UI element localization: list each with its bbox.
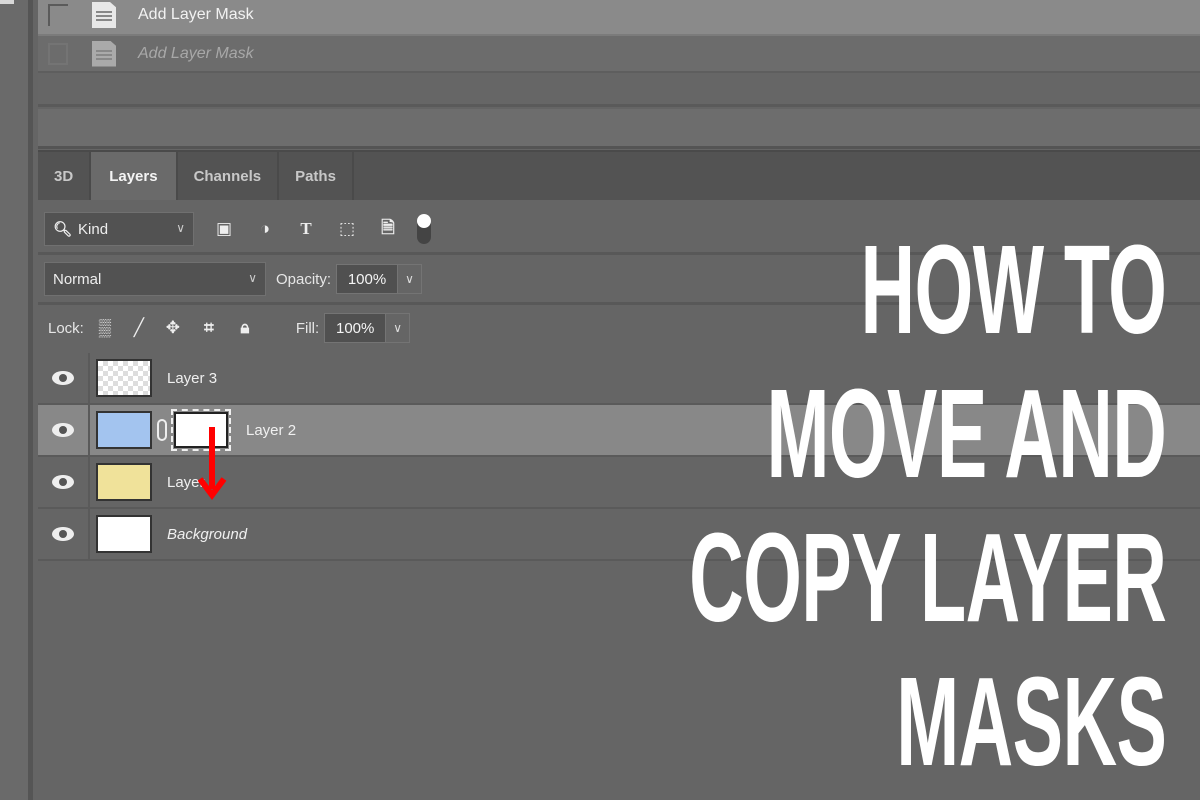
layer-thumbnail [96,359,152,397]
eye-icon [52,371,74,385]
headline-line: HOW TO [860,219,1166,360]
visibility-toggle[interactable] [38,405,90,455]
opacity-dropdown-button[interactable]: ∨ [398,264,423,294]
layer-name: Layer 2 [246,421,297,439]
layer-thumbnail [96,463,152,501]
link-chain-icon[interactable] [157,419,167,441]
history-source-checkbox[interactable] [48,4,68,26]
shape-layer-filter-icon[interactable]: ⬚ [336,219,358,239]
eye-icon [52,423,74,437]
opacity-label: Opacity: [276,270,332,288]
history-empty-area [38,73,1200,107]
layer-name: Background [167,525,248,543]
layer-name: Layer 3 [167,369,218,387]
panel-separator [38,109,1200,149]
pixel-layer-filter-icon[interactable]: ▣ [213,219,235,239]
toolbar-nub [0,0,14,4]
headline: HOW TO MOVE AND COPY LAYER MASKS [688,218,1167,794]
headline-line: MASKS [895,651,1167,792]
lock-position-icon[interactable]: ✥ [162,318,184,338]
chevron-down-icon: ∨ [176,221,185,235]
red-arrow-annotation [197,427,227,500]
search-icon: 🔍︎ [53,221,73,238]
lock-artboard-icon[interactable]: ⌗ [198,318,220,338]
history-item-label: Add Layer Mask [138,6,254,23]
filter-kind-select[interactable]: 🔍︎ Kind ∨ [44,212,194,246]
visibility-toggle[interactable] [38,457,90,507]
fill-input[interactable]: 100% [324,313,387,343]
eye-icon [52,475,74,489]
visibility-toggle[interactable] [38,509,90,559]
adjustment-layer-filter-icon[interactable]: ◑ [254,219,276,239]
history-item-undone[interactable]: Add Layer Mask [38,36,1200,73]
filter-toggle-icon[interactable] [413,214,435,244]
opacity-input[interactable]: 100% [336,264,399,294]
chevron-down-icon: ∨ [248,271,257,285]
lock-image-pixels-icon[interactable]: ╱ [128,318,150,338]
toolbar-edge [0,0,33,800]
blend-mode-value: Normal [53,270,102,288]
tab-layers[interactable]: Layers [91,152,178,200]
tab-channels[interactable]: Channels [178,152,280,200]
filter-kind-value: Kind [78,220,109,238]
layer-thumbnail [96,411,152,449]
tab-paths[interactable]: Paths [279,152,354,200]
history-panel: Add Layer Mask Add Layer Mask [38,0,1200,150]
lock-transparent-pixels-icon[interactable]: ▒ [94,318,116,338]
tab-3d[interactable]: 3D [38,152,92,200]
blend-mode-select[interactable]: Normal ∨ [44,262,266,296]
history-item[interactable]: Add Layer Mask [38,0,1200,36]
lock-all-icon[interactable]: 🔒︎ [234,318,256,338]
document-icon [92,40,116,67]
smart-object-filter-icon[interactable]: 🗎︎ [377,218,399,239]
fill-label: Fill: [295,319,320,337]
history-source-checkbox[interactable] [48,42,68,65]
screenshot: Add Layer Mask Add Layer Mask 3D Layers … [0,0,1200,800]
headline-line: COPY LAYER [688,507,1167,648]
visibility-toggle[interactable] [38,353,90,403]
history-item-label: Add Layer Mask [138,44,254,62]
type-layer-filter-icon[interactable]: T [295,219,317,239]
headline-line: MOVE AND [766,363,1166,504]
panel-tabs: 3D Layers Channels Paths [38,150,1200,200]
document-icon [92,2,116,28]
lock-label: Lock: [48,319,84,337]
fill-dropdown-button[interactable]: ∨ [386,313,411,343]
eye-icon [52,527,74,541]
layer-thumbnail [96,515,152,553]
